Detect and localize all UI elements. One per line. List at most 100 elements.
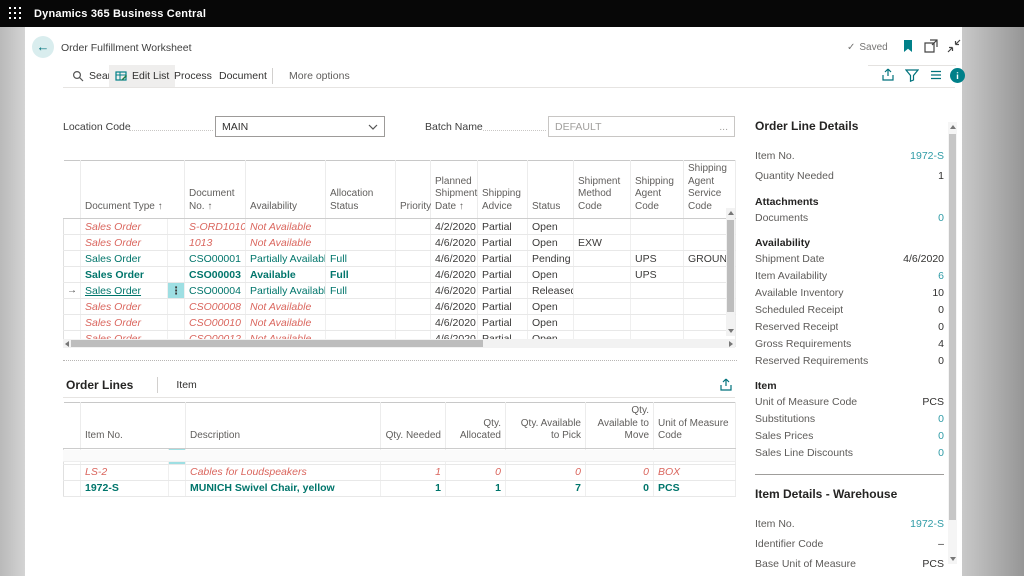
cell[interactable] [631,315,684,331]
cell[interactable]: 1972-S [81,480,169,496]
horizontal-scrollbar[interactable] [63,339,735,348]
collapse-icon[interactable] [947,39,961,53]
cell[interactable]: Full [326,251,396,267]
cell[interactable]: BOX [654,464,736,480]
cell[interactable]: Open [528,315,574,331]
location-code-select[interactable]: MAIN [215,116,385,137]
table-row[interactable]: Sales OrderCSO00003AvailableFull4/6/2020… [64,267,736,283]
column-header[interactable]: Allocation Status [326,161,396,219]
field-value[interactable]: 0 [938,447,944,459]
cell[interactable]: 4/6/2020 [431,283,478,299]
more-options-menu[interactable]: More options [283,65,356,87]
column-header[interactable]: Unit of Measure Code [654,403,736,449]
list-view-icon[interactable] [929,68,944,83]
cell[interactable]: UPS [631,267,684,283]
process-menu[interactable]: Process [168,65,218,87]
column-header[interactable]: Priority [396,161,431,219]
cell[interactable] [574,251,631,267]
cell[interactable]: CSO00010 [185,315,246,331]
row-menu-handle[interactable]: ⋮ [168,283,185,299]
table-row[interactable]: →Sales Order⋮CSO00004Partially Available… [64,283,736,299]
cell[interactable] [574,315,631,331]
scrollbar-thumb[interactable] [71,340,483,347]
field-value[interactable]: 0 [938,413,944,425]
cell[interactable]: Not Available [246,235,326,251]
scrollbar-thumb[interactable] [949,134,956,520]
field-value[interactable]: 0 [938,430,944,442]
table-row[interactable]: LS-2Cables for Loudspeakers1000BOX [64,464,736,480]
cell[interactable]: LS-2 [81,464,169,480]
assist-edit-icon[interactable]: ... [719,121,728,133]
cell[interactable]: Sales Order [81,267,168,283]
cell[interactable]: 7 [506,480,586,496]
cell[interactable] [326,219,396,235]
cell[interactable]: 0 [506,464,586,480]
row-menu-handle[interactable] [168,267,185,283]
cell[interactable]: CSO00008 [185,299,246,315]
cell[interactable]: Pending Pr... [528,251,574,267]
table-row[interactable]: Sales OrderCSO00008Not Available4/6/2020… [64,299,736,315]
cell[interactable] [396,267,431,283]
column-header[interactable]: Qty. Needed [381,403,446,449]
cell[interactable] [574,267,631,283]
cell[interactable]: Cables for Loudspeakers [186,464,381,480]
cell[interactable]: Released [528,283,574,299]
column-header[interactable]: Shipping Agent Code [631,161,684,219]
row-menu-handle[interactable] [168,299,185,315]
cell[interactable]: Full [326,283,396,299]
open-in-new-window-icon[interactable] [924,39,938,53]
row-menu-handle[interactable] [168,235,185,251]
cell[interactable]: MUNICH Swivel Chair, yellow [186,480,381,496]
cell[interactable] [574,283,631,299]
cell[interactable]: Sales Order [81,283,168,299]
field-value[interactable]: 0 [938,212,944,224]
field-value[interactable]: 1972-S [910,518,944,530]
cell[interactable]: Partial [478,283,528,299]
table-row[interactable]: Sales OrderS-ORD101001Not Available4/2/2… [64,219,736,235]
cell[interactable]: Full [326,267,396,283]
cell[interactable]: Partial [478,219,528,235]
cell[interactable] [396,219,431,235]
cell[interactable]: Not Available [246,219,326,235]
cell[interactable]: Partial [478,315,528,331]
table-row[interactable]: Sales OrderCSO00010Not Available4/6/2020… [64,315,736,331]
table-row[interactable]: 1972-SMUNICH Swivel Chair, yellow1170PCS [64,480,736,496]
column-header[interactable]: Status [528,161,574,219]
field-value[interactable]: 6 [938,270,944,282]
row-selector[interactable] [64,464,81,480]
cell[interactable] [631,283,684,299]
cell[interactable]: Sales Order [81,251,168,267]
cell[interactable] [631,219,684,235]
cell[interactable]: Open [528,299,574,315]
cell[interactable]: Not Available [246,299,326,315]
column-header[interactable]: Item No. [81,403,169,449]
row-menu-handle[interactable] [169,464,186,480]
row-selector[interactable] [64,315,81,331]
row-selector[interactable] [64,299,81,315]
cell[interactable]: PCS [654,480,736,496]
cell[interactable]: S-ORD101001 [185,219,246,235]
cell[interactable] [396,251,431,267]
cell[interactable] [574,299,631,315]
column-header[interactable]: Qty. Available to Pick [506,403,586,449]
item-menu[interactable]: Item [176,379,196,391]
cell[interactable]: CSO00001 [185,251,246,267]
share-icon[interactable] [719,378,733,392]
cell[interactable]: Not Available [246,315,326,331]
cell[interactable] [631,235,684,251]
cell[interactable]: 0 [586,480,654,496]
field-value[interactable]: 1972-S [910,150,944,162]
row-selector[interactable]: → [64,283,81,299]
cell[interactable]: 4/6/2020 [431,235,478,251]
cell[interactable]: EXW [574,235,631,251]
cell[interactable]: CSO00004 [185,283,246,299]
column-header[interactable]: Qty. Allocated [446,403,506,449]
cell[interactable] [396,299,431,315]
edit-list-button[interactable]: Edit List [109,65,175,87]
row-selector[interactable] [64,480,81,496]
cell[interactable]: Partial [478,299,528,315]
cell[interactable]: 4/6/2020 [431,299,478,315]
cell[interactable] [396,283,431,299]
cell[interactable]: Partial [478,251,528,267]
cell[interactable]: Partial [478,235,528,251]
